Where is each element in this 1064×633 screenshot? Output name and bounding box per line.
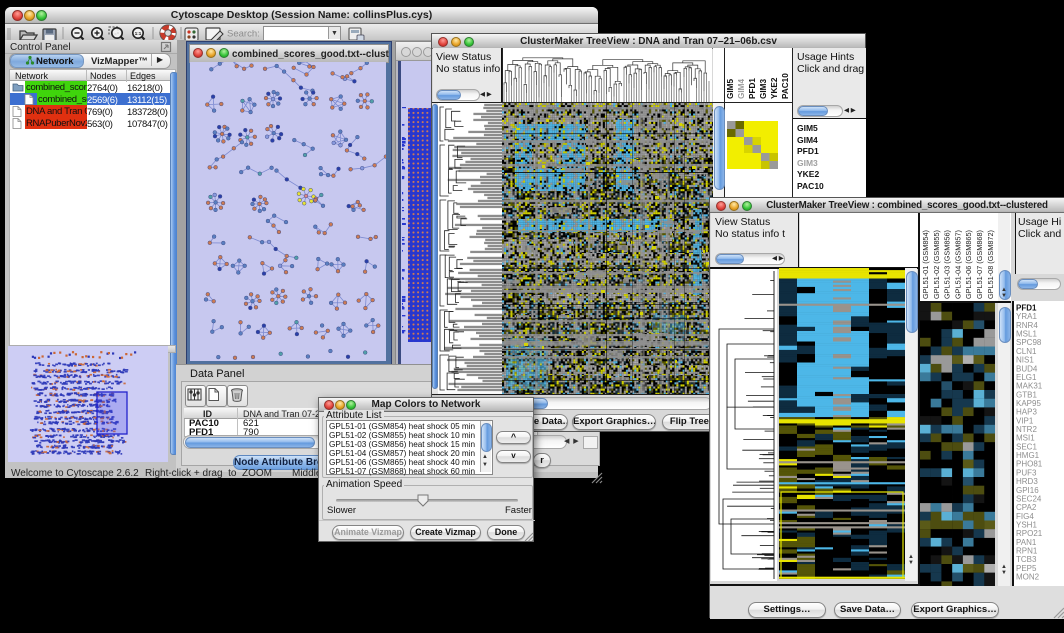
svg-text:PUF3: PUF3 [1016,468,1037,477]
svg-text:NIS1: NIS1 [1016,356,1034,365]
svg-text:MSL1: MSL1 [1016,330,1037,339]
svg-text:GPL51-04 (GSM857): GPL51-04 (GSM857) [953,230,962,299]
svg-text:PFD1: PFD1 [1016,304,1037,313]
svg-text:RPN1: RPN1 [1016,547,1038,556]
svg-text:KAP95: KAP95 [1016,399,1041,408]
svg-text:CLN1: CLN1 [1016,347,1037,356]
svg-text:GPL51-02 (GSM855): GPL51-02 (GSM855) [932,230,941,299]
svg-text:YSH1: YSH1 [1016,521,1037,530]
svg-text:GIM3: GIM3 [759,79,768,99]
svg-text:GPL51-03 (GSM856): GPL51-03 (GSM856) [943,230,952,299]
svg-text:GPL51-07 (GSM868): GPL51-07 (GSM868) [975,230,984,299]
svg-text:1:1: 1:1 [135,31,142,36]
svg-text:GPL51-06 (GSM865): GPL51-06 (GSM865) [964,230,973,299]
svg-text:MAK31: MAK31 [1016,382,1043,391]
svg-text:MSI1: MSI1 [1016,434,1035,443]
svg-text:SEC1: SEC1 [1016,442,1037,451]
svg-text:SPC98: SPC98 [1016,338,1042,347]
svg-text:PHO81: PHO81 [1016,460,1043,469]
svg-text:TCB3: TCB3 [1016,555,1037,564]
svg-text:PFD1: PFD1 [748,78,757,99]
svg-text:YKE2: YKE2 [770,77,779,99]
svg-text:ELG1: ELG1 [1016,373,1037,382]
svg-text:VIP1: VIP1 [1016,416,1034,425]
svg-text:HRD3: HRD3 [1016,477,1038,486]
svg-text:YRA1: YRA1 [1016,312,1037,321]
svg-text:GTB1: GTB1 [1016,390,1037,399]
svg-text:FIG4: FIG4 [1016,512,1034,521]
svg-text:GPI16: GPI16 [1016,486,1039,495]
svg-text:PEP5: PEP5 [1016,564,1037,573]
svg-text:GIM5: GIM5 [726,79,735,99]
svg-text:RPO21: RPO21 [1016,529,1043,538]
svg-text:GPL51-01 (GSM854): GPL51-01 (GSM854) [921,230,930,299]
svg-text:CPA2: CPA2 [1016,503,1037,512]
svg-text:GPL51-08 (GSM872): GPL51-08 (GSM872) [986,230,995,299]
svg-text:MON2: MON2 [1016,573,1040,582]
svg-text:GIM4: GIM4 [737,79,746,99]
svg-text:Search:: Search: [227,29,260,40]
svg-text:NTR2: NTR2 [1016,425,1037,434]
svg-text:PAC10: PAC10 [781,73,790,99]
